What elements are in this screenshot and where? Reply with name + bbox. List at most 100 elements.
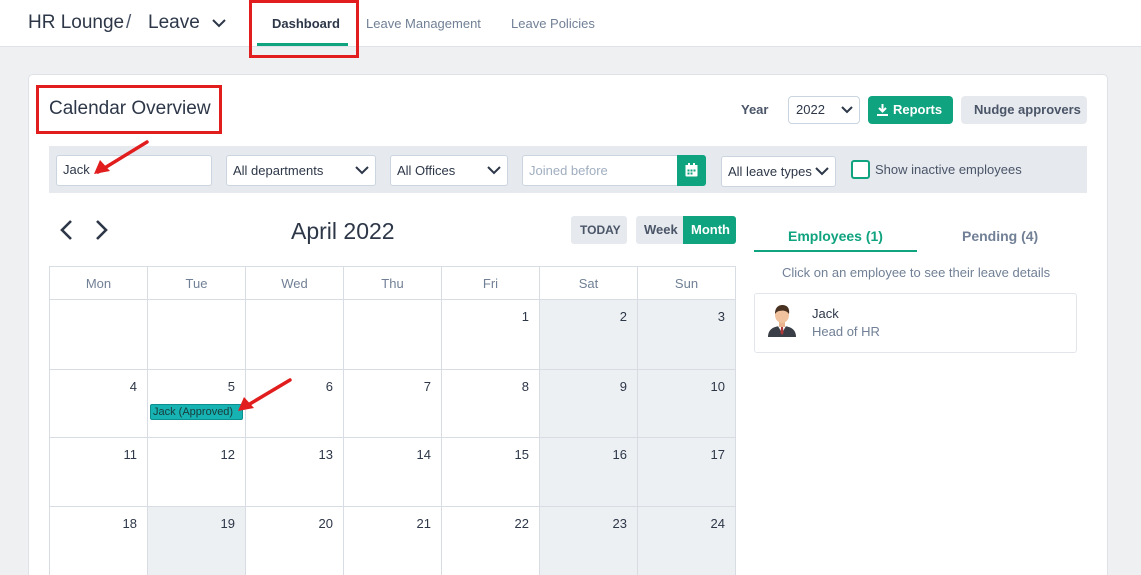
leave-type-select[interactable]: All leave types bbox=[721, 156, 836, 187]
day-number: 12 bbox=[220, 447, 235, 462]
leave-event[interactable]: Jack (Approved) bbox=[150, 404, 243, 420]
day-cell-weekend[interactable]: 24 bbox=[638, 507, 736, 575]
office-select[interactable]: All Offices bbox=[390, 155, 508, 186]
show-inactive-label[interactable]: Show inactive employees bbox=[875, 162, 1022, 177]
day-number: 9 bbox=[619, 379, 627, 394]
reports-label: Reports bbox=[893, 102, 943, 117]
tab-pending[interactable]: Pending (4) bbox=[962, 228, 1038, 244]
day-cell-weekend[interactable]: 10 bbox=[638, 370, 736, 438]
day-cell-weekend[interactable]: 2 bbox=[540, 300, 638, 370]
nudge-approvers-button[interactable]: Nudge approvers bbox=[961, 96, 1087, 124]
year-label: Year bbox=[741, 102, 769, 117]
office-value: All Offices bbox=[397, 163, 456, 178]
day-cell-weekend[interactable]: 9 bbox=[540, 370, 638, 438]
tab-leave-policies[interactable]: Leave Policies bbox=[511, 16, 595, 31]
day-cell[interactable] bbox=[246, 300, 344, 370]
breadcrumb-separator: / bbox=[126, 12, 132, 33]
joined-before-input[interactable]: Joined before bbox=[522, 155, 678, 186]
day-number: 11 bbox=[123, 447, 138, 462]
weekday-label: Sat bbox=[540, 267, 638, 300]
reports-button[interactable]: Reports bbox=[868, 96, 953, 124]
day-cell[interactable]: 14 bbox=[344, 438, 442, 507]
day-cell[interactable]: 20 bbox=[246, 507, 344, 575]
day-cell[interactable]: 1 bbox=[442, 300, 540, 370]
day-number: 1 bbox=[521, 309, 529, 324]
chevron-left-icon[interactable] bbox=[58, 219, 76, 241]
day-cell[interactable] bbox=[148, 300, 246, 370]
show-inactive-checkbox[interactable] bbox=[851, 160, 870, 179]
day-number: 8 bbox=[521, 379, 529, 394]
day-cell[interactable] bbox=[344, 300, 442, 370]
day-number: 14 bbox=[416, 447, 431, 462]
day-cell[interactable]: 21 bbox=[344, 507, 442, 575]
employee-name: Jack bbox=[812, 306, 839, 321]
annotation-box-dashboard bbox=[249, 0, 359, 58]
calendar-week-row: 11 12 13 14 15 16 17 bbox=[50, 438, 736, 507]
date-picker-button[interactable] bbox=[677, 155, 706, 186]
red-arrow-annotation bbox=[94, 140, 149, 174]
panel-hint: Click on an employee to see their leave … bbox=[782, 265, 1051, 280]
day-cell-weekend[interactable]: 3 bbox=[638, 300, 736, 370]
calendar-grid: Mon Tue Wed Thu Fri Sat Sun 1 2 3 4 5 Jac… bbox=[49, 266, 736, 575]
employee-card[interactable] bbox=[754, 293, 1077, 353]
year-select[interactable]: 2022 bbox=[788, 96, 860, 124]
day-number: 7 bbox=[423, 379, 431, 394]
day-cell[interactable]: 15 bbox=[442, 438, 540, 507]
weekday-label: Fri bbox=[442, 267, 540, 300]
day-cell-weekend[interactable]: 16 bbox=[540, 438, 638, 507]
day-cell[interactable]: 4 bbox=[50, 370, 148, 438]
day-number: 2 bbox=[619, 309, 627, 324]
day-number: 6 bbox=[325, 379, 333, 394]
day-number: 23 bbox=[612, 516, 627, 531]
day-cell[interactable]: 13 bbox=[246, 438, 344, 507]
annotation-box-title bbox=[36, 85, 222, 134]
department-value: All departments bbox=[233, 163, 324, 178]
department-select[interactable]: All departments bbox=[226, 155, 376, 186]
employee-role: Head of HR bbox=[812, 324, 880, 339]
leave-type-value: All leave types bbox=[728, 164, 812, 179]
day-cell[interactable] bbox=[50, 300, 148, 370]
month-view-button[interactable]: Month bbox=[683, 216, 736, 244]
calendar-icon bbox=[685, 163, 698, 177]
weekday-label: Mon bbox=[50, 267, 148, 300]
tab-employees[interactable]: Employees (1) bbox=[788, 228, 883, 244]
calendar-week-row: 18 19 20 21 22 23 24 bbox=[50, 507, 736, 575]
day-cell-weekend[interactable]: 23 bbox=[540, 507, 638, 575]
day-cell[interactable]: 8 bbox=[442, 370, 540, 438]
day-number: 15 bbox=[514, 447, 529, 462]
red-arrow-annotation bbox=[238, 378, 292, 411]
breadcrumb-app[interactable]: HR Lounge bbox=[28, 12, 124, 34]
weekday-label: Tue bbox=[148, 267, 246, 300]
day-number: 19 bbox=[220, 516, 235, 531]
tab-leave-management[interactable]: Leave Management bbox=[366, 16, 481, 31]
breadcrumb-module[interactable]: Leave bbox=[148, 12, 200, 34]
day-cell[interactable]: 18 bbox=[50, 507, 148, 575]
month-title: April 2022 bbox=[291, 218, 395, 244]
week-view-button[interactable]: Week bbox=[636, 216, 684, 244]
day-number: 24 bbox=[710, 516, 725, 531]
day-number: 10 bbox=[710, 379, 725, 394]
chevron-down-icon bbox=[487, 166, 501, 175]
chevron-right-icon[interactable] bbox=[92, 219, 110, 241]
chevron-down-icon[interactable] bbox=[212, 14, 226, 32]
weekday-label: Wed bbox=[246, 267, 344, 300]
day-cell[interactable]: 7 bbox=[344, 370, 442, 438]
day-cell[interactable]: 22 bbox=[442, 507, 540, 575]
day-number: 16 bbox=[612, 447, 627, 462]
day-cell[interactable]: 12 bbox=[148, 438, 246, 507]
day-number: 18 bbox=[122, 516, 137, 531]
calendar-weekday-header: Mon Tue Wed Thu Fri Sat Sun bbox=[50, 267, 736, 300]
today-button[interactable]: TODAY bbox=[571, 216, 627, 244]
day-cell-weekend[interactable]: 17 bbox=[638, 438, 736, 507]
day-cell[interactable]: 19 bbox=[148, 507, 246, 575]
chevron-down-icon bbox=[815, 167, 829, 176]
active-panel-tab-underline bbox=[754, 250, 917, 252]
day-cell[interactable]: 5 Jack (Approved) bbox=[148, 370, 246, 438]
day-cell[interactable]: 11 bbox=[50, 438, 148, 507]
chevron-down-icon bbox=[841, 106, 853, 114]
weekday-label: Thu bbox=[344, 267, 442, 300]
day-number: 3 bbox=[717, 309, 725, 324]
download-icon bbox=[877, 104, 888, 116]
day-number: 20 bbox=[318, 516, 333, 531]
day-number: 13 bbox=[318, 447, 333, 462]
